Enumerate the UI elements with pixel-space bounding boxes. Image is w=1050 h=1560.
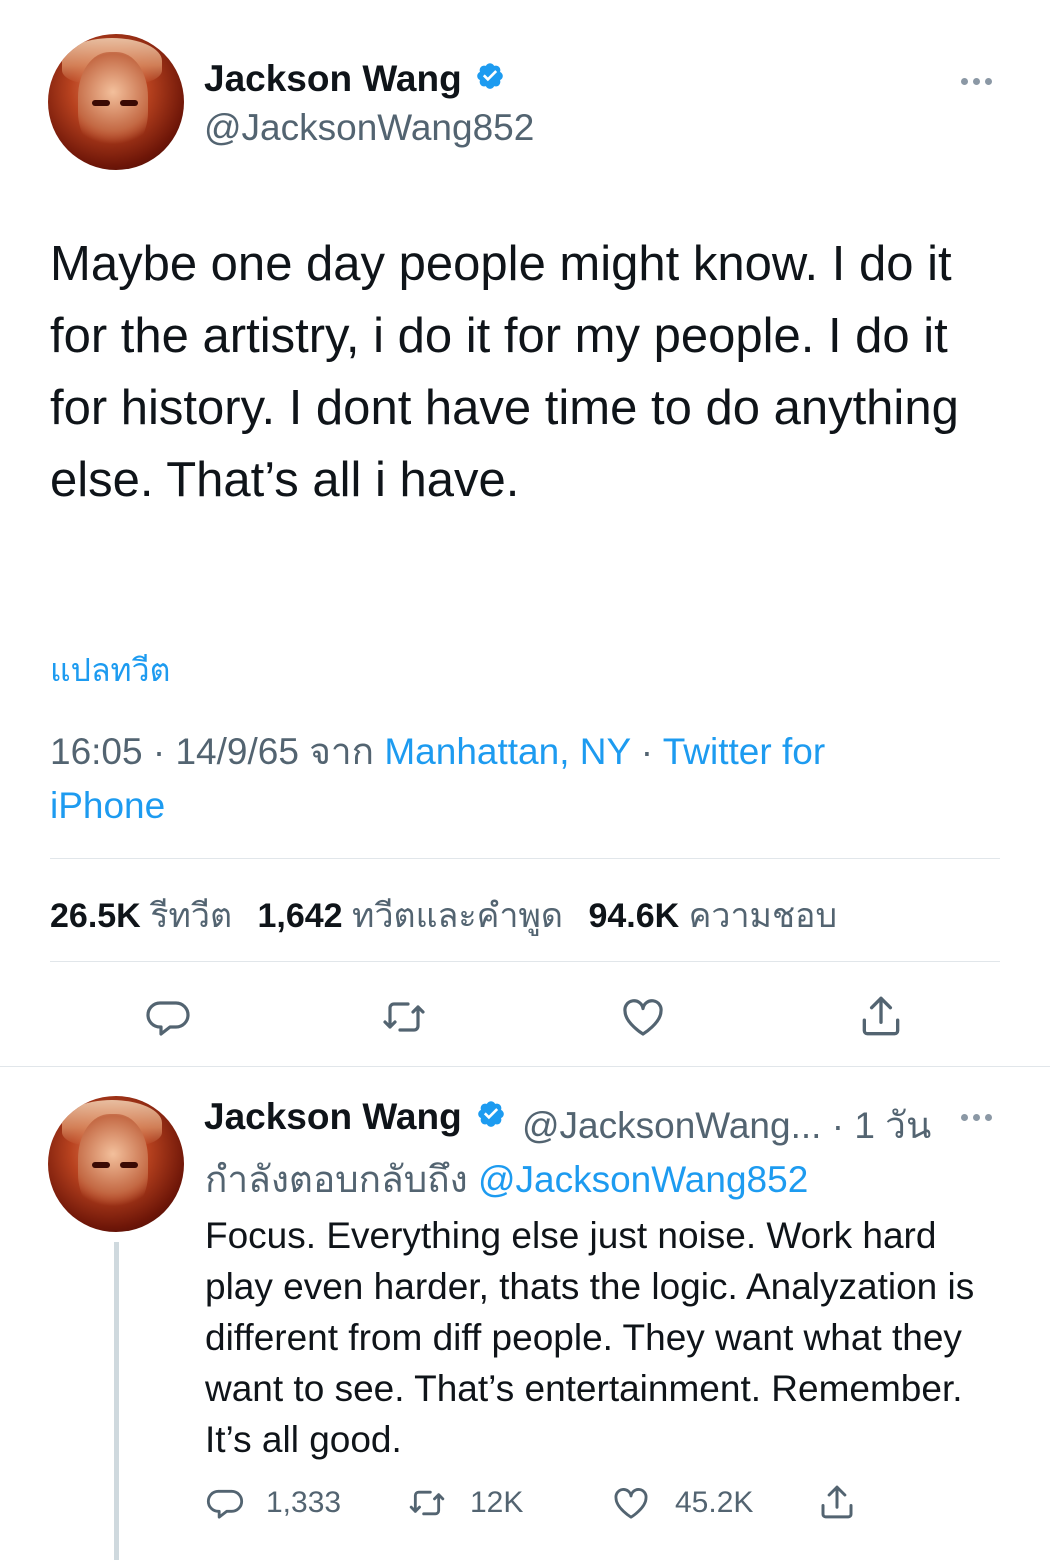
retweet-icon[interactable] — [378, 993, 430, 1041]
tweet-text: Maybe one day people might know. I do it… — [50, 237, 959, 507]
reply-retweet-count: 12K — [470, 1486, 524, 1519]
reply-age[interactable]: 1 วัน — [854, 1105, 931, 1146]
replying-to-label: กำลังตอบกลับถึง — [205, 1159, 468, 1200]
from-label: จาก — [309, 731, 375, 772]
meta-separator: · — [640, 731, 663, 772]
reply-author-avatar[interactable] — [48, 1096, 184, 1232]
tweet-date: 14/9/65 — [175, 731, 299, 772]
share-icon[interactable] — [816, 1481, 858, 1523]
like-label[interactable]: ความชอบ — [689, 897, 837, 935]
tweet-stats: 26.5K รีทวีต 1,642 ทวีตและคำพูด 94.6K คว… — [50, 888, 853, 942]
avatar-eye — [120, 1162, 138, 1168]
translate-tweet-link[interactable]: แปลทวีต — [50, 645, 170, 696]
author-handle[interactable]: @JacksonWang852 — [204, 107, 534, 149]
reply-count: 1,333 — [266, 1486, 342, 1519]
like-icon[interactable] — [610, 1483, 652, 1523]
reply-icon[interactable] — [205, 1483, 245, 1523]
quote-count[interactable]: 1,642 — [258, 897, 343, 935]
more-icon[interactable] — [961, 1108, 1001, 1121]
author-name[interactable]: Jackson Wang — [204, 58, 462, 100]
section-divider — [0, 1066, 1050, 1067]
reply-separator: · — [831, 1105, 855, 1146]
retweet-label[interactable]: รีทวีต — [150, 897, 232, 935]
reply-like-count: 45.2K — [675, 1486, 754, 1519]
reply-icon[interactable] — [144, 993, 192, 1041]
divider — [50, 858, 1000, 859]
avatar-eye — [92, 1162, 110, 1168]
reply-text: Focus. Everything else just noise. Work … — [205, 1215, 975, 1460]
avatar-eye — [120, 100, 138, 106]
retweet-count[interactable]: 26.5K — [50, 897, 141, 935]
reply-author-name[interactable]: Jackson Wang — [204, 1096, 462, 1138]
retweet-icon[interactable] — [405, 1483, 449, 1523]
reply-handle-text[interactable]: @JacksonWang... — [522, 1105, 821, 1146]
share-icon[interactable] — [856, 991, 906, 1041]
quote-label[interactable]: ทวีตและคำพูด — [352, 897, 563, 935]
like-icon[interactable] — [618, 993, 668, 1041]
reply-author-handle[interactable]: @JacksonWang... · 1 วัน — [522, 1096, 931, 1155]
meta-separator: · — [152, 731, 176, 772]
avatar-eye — [92, 100, 110, 106]
verified-badge-icon — [478, 1101, 504, 1127]
verified-badge-icon — [477, 63, 503, 89]
more-icon[interactable] — [961, 72, 1001, 85]
tweet-time: 16:05 — [50, 731, 143, 772]
divider — [50, 961, 1000, 962]
replying-to: กำลังตอบกลับถึง @JacksonWang852 — [205, 1150, 808, 1209]
thread-line — [114, 1242, 119, 1560]
replying-to-handle[interactable]: @JacksonWang852 — [478, 1159, 808, 1200]
like-count[interactable]: 94.6K — [588, 897, 679, 935]
tweet-meta: 16:05 · 14/9/65 จาก Manhattan, NY · Twit… — [50, 725, 950, 833]
author-avatar[interactable] — [48, 34, 184, 170]
tweet-location[interactable]: Manhattan, NY — [384, 731, 630, 772]
